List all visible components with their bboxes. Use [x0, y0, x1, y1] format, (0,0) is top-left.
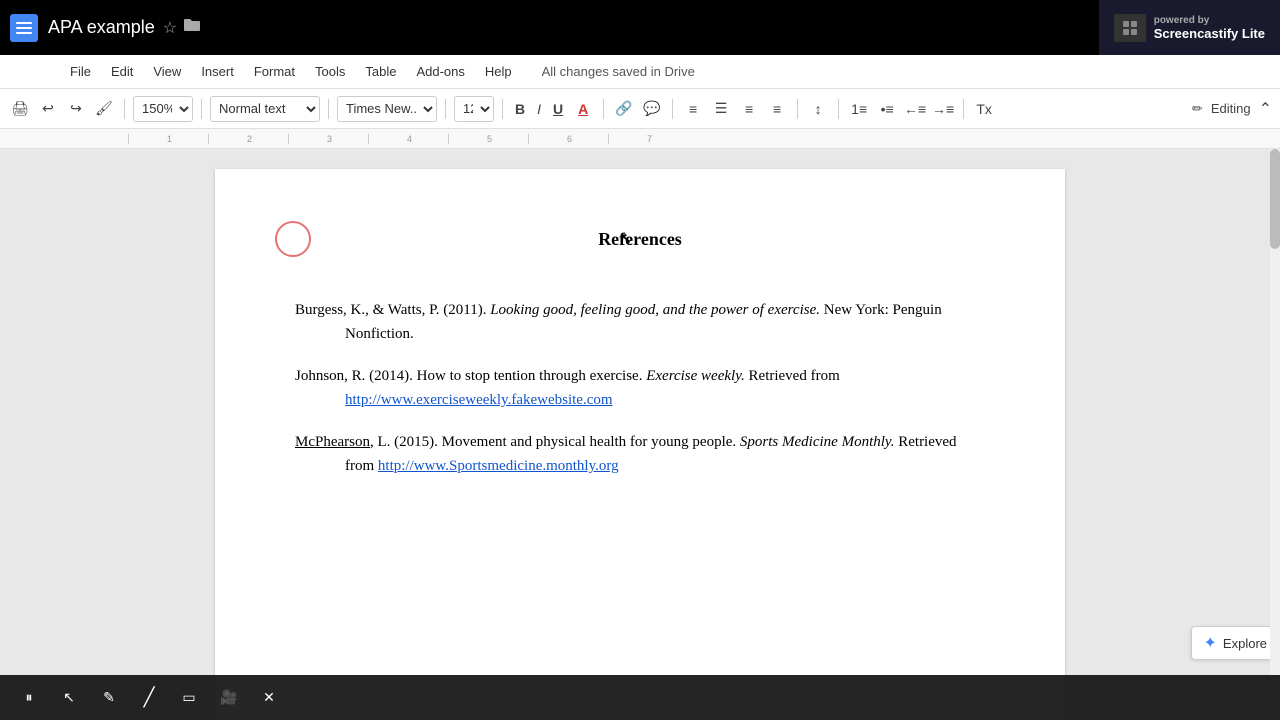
decrease-indent-btn[interactable]: ←≡ — [903, 97, 927, 121]
save-status: All changes saved in Drive — [542, 64, 695, 79]
bold-btn[interactable]: B — [511, 97, 529, 121]
menu-table[interactable]: Table — [355, 60, 406, 83]
print-btn[interactable]: 🖨 — [8, 97, 32, 121]
menu-bar: File Edit View Insert Format Tools Table… — [0, 55, 1280, 89]
italic-btn[interactable]: I — [533, 97, 545, 121]
ruler-mark-2: 2 — [208, 134, 288, 144]
ruler-mark-1: 1 — [128, 134, 208, 144]
ref3-link[interactable]: http://www.Sportsmedicine.monthly.org — [378, 458, 619, 474]
separator-6 — [603, 99, 604, 119]
editing-label[interactable]: Editing — [1211, 101, 1251, 116]
document-page[interactable]: References ↖ Burgess, K., & Watts, P. (2… — [215, 169, 1065, 720]
shape-btn[interactable]: ▭ — [175, 684, 203, 712]
ruler-mark-5: 5 — [448, 134, 528, 144]
pencil-icon: ✏ — [1192, 101, 1203, 117]
line-spacing-btn[interactable]: ↕ — [806, 97, 830, 121]
ruler-mark-3: 3 — [288, 134, 368, 144]
top-bar: APA example ☆ powered by Screencastify L… — [0, 0, 1280, 55]
menu-addons[interactable]: Add-ons — [406, 60, 474, 83]
ref3-italic: Sports Medicine Monthly. — [740, 434, 895, 450]
menu-edit[interactable]: Edit — [101, 60, 143, 83]
collapse-icon[interactable]: ⌃ — [1259, 99, 1272, 119]
pause-btn[interactable]: ⏸ — [15, 684, 43, 712]
separator-9 — [838, 99, 839, 119]
font-select[interactable]: Times New... Arial — [337, 96, 437, 122]
align-center-btn[interactable]: ☰ — [709, 97, 733, 121]
screencastify-logo: powered by Screencastify Lite — [1099, 0, 1280, 55]
explore-label: Explore — [1223, 636, 1267, 651]
menu-insert[interactable]: Insert — [191, 60, 244, 83]
references-heading: References ↖ — [295, 229, 985, 250]
reference-2: Johnson, R. (2014). How to stop tention … — [295, 364, 985, 412]
separator-8 — [797, 99, 798, 119]
scrollbar-thumb[interactable] — [1270, 149, 1280, 249]
separator-3 — [328, 99, 329, 119]
reference-2-text: Johnson, R. (2014). How to stop tention … — [295, 364, 985, 388]
text-color-btn[interactable]: A — [571, 97, 595, 121]
bullet-list-btn[interactable]: •≡ — [875, 97, 899, 121]
ruler-mark-6: 6 — [528, 134, 608, 144]
separator-4 — [445, 99, 446, 119]
align-left-btn[interactable]: ≡ — [681, 97, 705, 121]
increase-indent-btn[interactable]: →≡ — [931, 97, 955, 121]
align-justify-btn[interactable]: ≡ — [765, 97, 789, 121]
separator-7 — [672, 99, 673, 119]
align-right-btn[interactable]: ≡ — [737, 97, 761, 121]
undo-btn[interactable]: ↩ — [36, 97, 60, 121]
recording-bar: ⏸ ↖ ✎ ╱ ▭ 🎥 ✕ — [0, 675, 1280, 720]
separator-5 — [502, 99, 503, 119]
folder-icon[interactable] — [183, 17, 201, 38]
menu-tools[interactable]: Tools — [305, 60, 355, 83]
document-area: References ↖ Burgess, K., & Watts, P. (2… — [0, 149, 1280, 720]
menu-icon — [16, 22, 32, 34]
explore-star-icon: ✦ — [1204, 633, 1217, 653]
screencastify-icon — [1114, 14, 1146, 42]
cursor-circle — [275, 221, 311, 257]
powered-by-label: powered by — [1154, 15, 1265, 26]
camera-btn[interactable]: 🎥 — [215, 684, 243, 712]
cursor-icon: ↖ — [620, 231, 632, 248]
ref3-underline: McPhearson — [295, 434, 370, 450]
comment-btn[interactable]: 💬 — [640, 97, 664, 121]
draw-btn[interactable]: ✎ — [95, 684, 123, 712]
line-btn[interactable]: ╱ — [135, 684, 163, 712]
menu-format[interactable]: Format — [244, 60, 305, 83]
underline-btn[interactable]: U — [549, 97, 567, 121]
app-icon[interactable] — [10, 14, 38, 42]
ref2-italic: Exercise weekly. — [646, 368, 745, 384]
font-size-select[interactable]: 12 11 14 — [454, 96, 494, 122]
reference-3: McPhearson, L. (2015). Movement and phys… — [295, 430, 985, 478]
ref2-link[interactable]: http://www.exerciseweekly.fakewebsite.co… — [345, 392, 613, 408]
menu-file[interactable]: File — [60, 60, 101, 83]
separator-1 — [124, 99, 125, 119]
reference-3-text: McPhearson, L. (2015). Movement and phys… — [295, 430, 985, 478]
menu-view[interactable]: View — [143, 60, 191, 83]
close-btn[interactable]: ✕ — [255, 684, 283, 712]
references-title-text: References — [598, 229, 682, 249]
separator-10 — [963, 99, 964, 119]
ruler: 1 2 3 4 5 6 7 — [0, 129, 1280, 149]
document-title[interactable]: APA example — [48, 17, 155, 38]
separator-2 — [201, 99, 202, 119]
star-icon[interactable]: ☆ — [163, 18, 177, 38]
clear-format-btn[interactable]: Tx — [972, 97, 996, 121]
reference-1: Burgess, K., & Watts, P. (2011). Looking… — [295, 298, 985, 346]
toolbar: 🖨 ↩ ↪ 🖌 150% 100% 75% Normal text Headin… — [0, 89, 1280, 129]
redo-btn[interactable]: ↪ — [64, 97, 88, 121]
numbered-list-btn[interactable]: 1≡ — [847, 97, 871, 121]
reference-1-text: Burgess, K., & Watts, P. (2011). Looking… — [295, 298, 985, 346]
explore-button[interactable]: ✦ Explore — [1191, 626, 1280, 660]
brand-name: Screencastify Lite — [1154, 26, 1265, 41]
cursor-mode-btn[interactable]: ↖ — [55, 684, 83, 712]
zoom-select[interactable]: 150% 100% 75% — [133, 96, 193, 122]
editing-mode: ✏ Editing ⌃ — [1192, 99, 1272, 119]
ruler-mark-7: 7 — [608, 134, 688, 144]
link-btn[interactable]: 🔗 — [612, 97, 636, 121]
paint-format-btn[interactable]: 🖌 — [92, 97, 116, 121]
ruler-mark-4: 4 — [368, 134, 448, 144]
ref1-italic: Looking good, feeling good, and the powe… — [490, 302, 820, 318]
style-select[interactable]: Normal text Heading 1 Heading 2 — [210, 96, 320, 122]
scrollbar[interactable] — [1270, 149, 1280, 675]
menu-help[interactable]: Help — [475, 60, 522, 83]
